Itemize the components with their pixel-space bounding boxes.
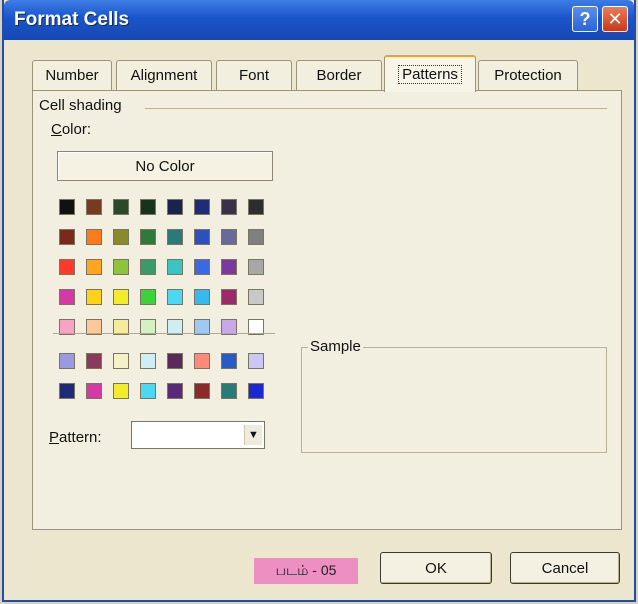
cell-shading-label: Cell shading [39,97,122,114]
ok-label: OK [425,559,447,577]
color-swatch[interactable] [59,259,75,275]
color-swatch[interactable] [194,383,210,399]
color-swatch[interactable] [167,259,183,275]
color-swatch[interactable] [140,259,156,275]
color-swatch[interactable] [59,199,75,215]
tab-protection-label: Protection [494,67,562,84]
close-icon: ✕ [607,8,623,29]
color-swatch[interactable] [140,229,156,245]
color-swatch[interactable] [113,289,129,305]
help-button[interactable]: ? [572,6,598,32]
color-label: Color: [51,121,91,138]
close-button[interactable]: ✕ [602,6,628,32]
format-cells-dialog: Format Cells ? ✕ Number Alignment Font B… [2,0,636,602]
tab-font[interactable]: Font [216,60,292,90]
color-swatch[interactable] [221,289,237,305]
color-swatch[interactable] [86,383,102,399]
dropdown-arrow-button[interactable]: ▼ [244,425,262,445]
color-swatch[interactable] [113,353,129,369]
color-swatch[interactable] [140,289,156,305]
tab-protection[interactable]: Protection [478,60,578,90]
color-swatch[interactable] [59,289,75,305]
color-label-accesskey: C [51,121,62,138]
color-swatch[interactable] [221,199,237,215]
tab-patterns-label: Patterns [398,65,462,84]
color-swatch[interactable] [59,229,75,245]
color-swatch[interactable] [59,353,75,369]
color-swatch[interactable] [167,229,183,245]
tab-number[interactable]: Number [32,60,112,90]
color-swatch[interactable] [167,289,183,305]
sample-label: Sample [308,338,363,355]
color-swatch[interactable] [194,229,210,245]
color-swatch[interactable] [221,229,237,245]
color-swatch[interactable] [248,353,264,369]
color-swatch[interactable] [248,383,264,399]
no-color-button[interactable]: No Color [57,151,273,181]
cancel-label: Cancel [541,559,589,577]
color-swatch[interactable] [113,383,129,399]
color-swatch[interactable] [86,353,102,369]
color-swatch[interactable] [140,199,156,215]
color-swatch[interactable] [167,383,183,399]
color-swatch[interactable] [221,353,237,369]
color-swatch[interactable] [221,259,237,275]
tab-font-label: Font [238,67,269,84]
tab-border-label: Border [316,67,362,84]
color-label-rest: olor: [61,121,92,138]
color-swatch[interactable] [140,353,156,369]
dialog-title: Format Cells [14,9,130,30]
pattern-label-accesskey: P [49,429,60,446]
color-swatch[interactable] [194,353,210,369]
pattern-label-rest: attern: [59,429,102,446]
group-divider [145,108,607,109]
color-swatch[interactable] [194,259,210,275]
tab-alignment[interactable]: Alignment [116,60,212,90]
color-swatch[interactable] [194,289,210,305]
tab-border[interactable]: Border [296,60,382,90]
ok-button[interactable]: OK [380,552,492,584]
tab-alignment-label: Alignment [130,67,198,84]
palette-separator [53,333,275,334]
color-swatch[interactable] [167,199,183,215]
tab-patterns[interactable]: Patterns [384,55,476,92]
color-swatch[interactable] [140,383,156,399]
help-icon: ? [579,8,591,29]
color-swatch[interactable] [248,229,264,245]
pattern-dropdown[interactable]: ▼ [131,421,265,449]
color-swatch[interactable] [248,259,264,275]
color-swatch[interactable] [194,199,210,215]
color-swatch[interactable] [113,229,129,245]
color-swatch[interactable] [167,353,183,369]
color-swatch[interactable] [248,199,264,215]
color-swatch[interactable] [86,229,102,245]
title-bar[interactable]: Format Cells ? ✕ [4,0,634,40]
color-swatch[interactable] [113,199,129,215]
pattern-label: Pattern: [49,429,102,446]
color-swatch[interactable] [113,259,129,275]
sample-preview: Sample [301,338,607,453]
patterns-panel: Cell shading Color: No Color Pattern: ▼ … [32,90,622,530]
color-palette [59,199,264,335]
color-swatch[interactable] [248,289,264,305]
tab-number-label: Number [45,67,99,84]
figure-caption: படம் - 05 [254,558,358,584]
cancel-button[interactable]: Cancel [510,552,620,584]
color-swatch[interactable] [86,289,102,305]
color-swatch[interactable] [221,383,237,399]
color-swatch[interactable] [86,259,102,275]
chart-color-palette [59,353,264,399]
color-swatch[interactable] [59,383,75,399]
no-color-label: No Color [135,157,195,175]
color-swatch[interactable] [86,199,102,215]
chevron-down-icon: ▼ [248,429,259,441]
